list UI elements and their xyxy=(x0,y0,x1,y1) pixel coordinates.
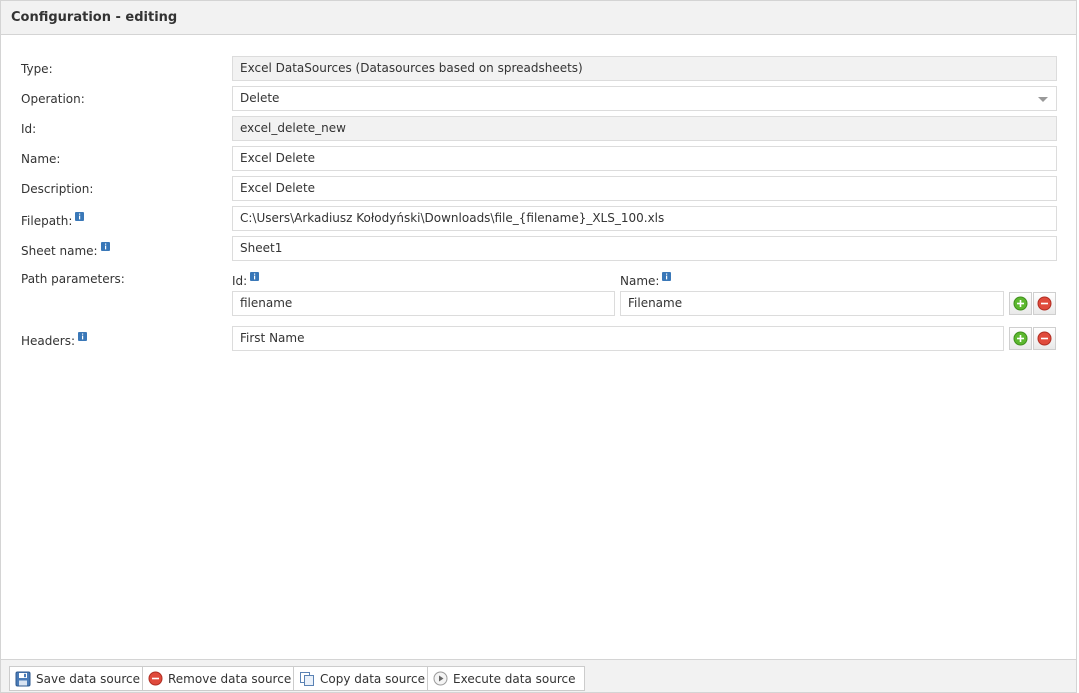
info-icon[interactable] xyxy=(75,212,85,221)
path-param-name-label: Name: xyxy=(620,274,660,288)
operation-select[interactable]: Delete xyxy=(232,86,1057,111)
path-parameters-label: Path parameters: xyxy=(21,272,125,286)
operation-select-value: Delete xyxy=(240,91,280,105)
sheet-name-label: Sheet name: xyxy=(21,244,98,258)
copy-icon xyxy=(300,671,314,686)
save-icon xyxy=(15,671,31,686)
filepath-label-group: Filepath: xyxy=(21,212,85,228)
save-data-source-label: Save data source xyxy=(36,671,140,686)
sheet-name-input[interactable]: Sheet1 xyxy=(232,236,1057,261)
footer-toolbar: Save data source Remove data source Copy… xyxy=(1,659,1076,692)
headers-label: Headers: xyxy=(21,334,75,348)
remove-data-source-button[interactable]: Remove data source xyxy=(142,666,301,691)
filepath-label: Filepath: xyxy=(21,214,73,228)
id-label: Id: xyxy=(21,122,37,136)
description-label: Description: xyxy=(21,182,94,196)
headers-label-group: Headers: xyxy=(21,332,87,348)
id-field: excel_delete_new xyxy=(232,116,1057,141)
path-param-name-input[interactable]: Filename xyxy=(620,291,1004,316)
filepath-input[interactable]: C:\Users\Arkadiusz Kołodyński\Downloads\… xyxy=(232,206,1057,231)
minus-circle-icon xyxy=(1037,331,1052,346)
save-data-source-button[interactable]: Save data source xyxy=(9,666,149,691)
copy-data-source-label: Copy data source xyxy=(320,671,425,686)
plus-circle-icon xyxy=(1013,331,1028,346)
page-title: Configuration - editing xyxy=(11,10,178,25)
minus-circle-icon xyxy=(148,671,163,686)
remove-header-button[interactable] xyxy=(1033,327,1056,350)
description-input[interactable]: Excel Delete xyxy=(232,176,1057,201)
chevron-down-icon xyxy=(1038,97,1048,102)
remove-path-param-button[interactable] xyxy=(1033,292,1056,315)
path-param-name-label-group: Name: xyxy=(620,272,672,288)
info-icon[interactable] xyxy=(662,272,672,281)
sheet-name-label-group: Sheet name: xyxy=(21,242,110,258)
add-header-button[interactable] xyxy=(1009,327,1032,350)
path-param-id-input[interactable]: filename xyxy=(232,291,615,316)
execute-data-source-label: Execute data source xyxy=(453,671,576,686)
minus-circle-icon xyxy=(1037,296,1052,311)
path-param-id-label: Id: xyxy=(232,274,248,288)
execute-data-source-button[interactable]: Execute data source xyxy=(427,666,585,691)
header-input[interactable]: First Name xyxy=(232,326,1004,351)
add-path-param-button[interactable] xyxy=(1009,292,1032,315)
plus-circle-icon xyxy=(1013,296,1028,311)
panel-header: Configuration - editing xyxy=(1,1,1076,35)
path-param-id-label-group: Id: xyxy=(232,272,260,288)
copy-data-source-button[interactable]: Copy data source xyxy=(293,666,434,691)
type-field: Excel DataSources (Datasources based on … xyxy=(232,56,1057,81)
info-icon[interactable] xyxy=(250,272,260,281)
configuration-panel: Configuration - editing Type: Excel Data… xyxy=(0,0,1077,693)
info-icon[interactable] xyxy=(100,242,110,251)
remove-data-source-label: Remove data source xyxy=(168,671,292,686)
name-label: Name: xyxy=(21,152,61,166)
info-icon[interactable] xyxy=(78,332,87,341)
play-icon xyxy=(433,671,448,686)
type-label: Type: xyxy=(21,62,53,76)
name-input[interactable]: Excel Delete xyxy=(232,146,1057,171)
operation-label: Operation: xyxy=(21,92,85,106)
